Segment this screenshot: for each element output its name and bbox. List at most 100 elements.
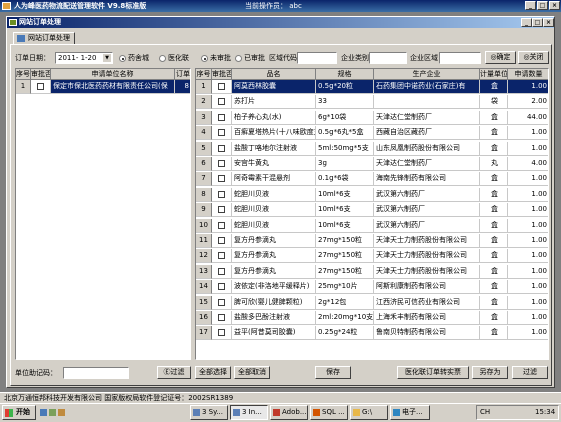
table-row[interactable]: 10 蛇胆川贝液 10ml*6支 武汉第六制药厂盒 1.00 [196, 218, 548, 233]
task-button-2[interactable]: 3 In... [230, 405, 268, 420]
approve-checkbox[interactable] [212, 234, 232, 248]
table-row[interactable]: 5 盐酸丁咯地尔注射液 5ml:50mg*5支 山东凤凰制药股份有限公司盒 1.00 [196, 141, 548, 156]
table-row[interactable]: 16 盐酸多巴酚注射液 2ml:20mg*10支 上海禾丰制药有限公司盒 1.00 [196, 311, 548, 325]
col-product-name[interactable]: 品名 [232, 69, 316, 80]
product-qty: 1.00 [508, 296, 548, 310]
minimize-icon[interactable]: _ [525, 1, 536, 10]
table-row[interactable]: 1 阿莫西林胶囊 0.5g*20粒 石药集团中诺药业(石家庄)有盒 1.00 [196, 80, 548, 94]
table-row[interactable]: 3 柏子养心丸(水) 6g*10袋 天津达仁堂制药厂盒 44.00 [196, 110, 548, 125]
task-button-3[interactable]: Adob... [270, 405, 308, 420]
col-no[interactable]: 序号 [16, 69, 31, 80]
radio-pharma[interactable] [119, 55, 126, 62]
approve-convert-button[interactable]: 医化联订单转实票 [397, 366, 469, 379]
applicant-grid[interactable]: 序号 审批否 申请单位名称 订单 1 保定市保北医药药材有限责任公司(保 8 [15, 68, 191, 360]
table-row[interactable]: 7 阿奇霉素干混悬剂 0.1g*6袋 海南先锋制药有限公司盒 1.00 [196, 172, 548, 187]
col-approved[interactable]: 审批否 [31, 69, 51, 80]
table-row[interactable]: 8 蛇胆川贝液 10ml*6支 武汉第六制药厂盒 1.00 [196, 187, 548, 202]
confirm-button[interactable]: ◎确定 [485, 51, 516, 64]
product-maker: 天津达仁堂制药厂 [374, 157, 480, 171]
table-row[interactable]: 6 安宫牛黄丸 3g 天津达仁堂制药厂丸 4.00 [196, 157, 548, 171]
col-no[interactable]: 序号 [196, 69, 212, 80]
radio-medplat[interactable] [159, 55, 166, 62]
child-close-icon[interactable]: × [543, 18, 554, 27]
table-row[interactable]: 12 复方丹参滴丸 27mg*150粒 天津天士力制药股份有限公司盒 1.00 [196, 249, 548, 264]
approve-checkbox[interactable] [212, 280, 232, 295]
approve-checkbox[interactable] [212, 95, 232, 110]
approve-checkbox[interactable] [212, 311, 232, 325]
unit-code-input[interactable] [63, 367, 129, 379]
row-number: 8 [196, 187, 212, 202]
table-row[interactable]: 2 苏打片 33 袋 2.00 [196, 95, 548, 110]
approve-checkbox[interactable] [212, 126, 232, 141]
filter-left-button[interactable]: Ⓔ过滤 [157, 366, 191, 379]
approve-checkbox[interactable] [212, 326, 232, 341]
approve-checkbox[interactable] [212, 203, 232, 218]
task-button-4[interactable]: SQL ... [310, 405, 348, 420]
approve-checkbox[interactable] [31, 80, 51, 94]
approve-checkbox[interactable] [212, 264, 232, 279]
table-row[interactable]: 1 保定市保北医药药材有限责任公司(保 8 [16, 80, 190, 94]
task-label: G:\ [362, 408, 373, 416]
radio-unreviewed[interactable] [201, 55, 208, 62]
cancel-all-button[interactable]: 全部取消 [234, 366, 270, 379]
table-row[interactable]: 4 百癣夏塔热片(十八味欧度丸+胶囊)0.5g*6丸*5盒西藏自治区藏药厂盒1.0… [196, 126, 548, 141]
table-row[interactable]: 9 蛇胆川贝液 10ml*6支 武汉第六制药厂盒 1.00 [196, 203, 548, 218]
table-row[interactable]: 13 复方丹参滴丸 27mg*150粒 天津天士力制药股份有限公司盒 1.00 [196, 264, 548, 279]
product-unit: 盒 [480, 80, 508, 94]
task-button-1[interactable]: 3 Sy... [190, 405, 228, 420]
chevron-down-icon[interactable]: ▼ [103, 54, 111, 62]
start-button[interactable]: 开始 [2, 405, 36, 420]
save-as-button[interactable]: 另存为 [472, 366, 508, 379]
approve-checkbox[interactable] [212, 218, 232, 233]
product-grid[interactable]: 序号 审批否 品名 规格 生产企业 计量单位 申请数量 1 阿莫西林胶囊 0.5g*… [195, 68, 549, 360]
region-code-input[interactable] [297, 52, 337, 64]
task-button-5[interactable]: G:\ [350, 405, 388, 420]
input-method-indicator[interactable]: CH [480, 407, 490, 418]
table-row[interactable]: 11 复方丹参滴丸 27mg*150粒 天津天士力制药股份有限公司盒 1.00 [196, 234, 548, 248]
company-region-input[interactable] [439, 52, 481, 64]
approve-checkbox[interactable] [212, 187, 232, 202]
company-type-input[interactable] [369, 52, 407, 64]
col-applicant-name[interactable]: 申请单位名称 [51, 69, 175, 80]
approve-checkbox[interactable] [212, 295, 232, 310]
close-icon[interactable]: × [549, 1, 560, 10]
col-qty[interactable]: 申请数量 [508, 69, 548, 80]
approve-checkbox[interactable] [212, 141, 232, 156]
approve-checkbox[interactable] [212, 157, 232, 171]
child-minimize-icon[interactable]: _ [521, 18, 532, 27]
table-row[interactable]: 15 脾可欣(婴儿健脾颗粒) 2g*12包 江西济民可信药业有限公司盒 1.00 [196, 295, 548, 310]
radio-reviewed[interactable] [235, 55, 242, 62]
radio-unreviewed-label: 未审批 [210, 54, 231, 62]
product-qty: 4.00 [508, 157, 548, 171]
col-order[interactable]: 订单 [175, 69, 190, 80]
table-row[interactable]: 14 波依定(非洛地平缓释片) 25mg*10片 阿斯利康制药有限公司盒 1.00 [196, 280, 548, 295]
task-button-6[interactable]: 电子... [390, 405, 430, 420]
select-all-button[interactable]: 全部选择 [195, 366, 231, 379]
product-unit: 丸 [480, 157, 508, 171]
windows-flag-icon [5, 409, 13, 417]
table-row[interactable]: 17 益平(阿昔莫司胶囊) 0.25g*24粒 鲁南贝特制药有限公司盒 1.00 [196, 326, 548, 341]
col-approved[interactable]: 审批否 [212, 69, 232, 80]
tab-order-processing[interactable]: 网站订单处理 [13, 32, 75, 44]
save-button[interactable]: 保存 [315, 366, 351, 379]
filter-right-button[interactable]: 过滤 [512, 366, 548, 379]
approve-checkbox[interactable] [212, 80, 232, 94]
quicklaunch-desktop-icon[interactable] [49, 409, 56, 416]
product-unit: 盒 [480, 203, 508, 218]
approve-checkbox[interactable] [212, 172, 232, 187]
product-qty: 44.00 [508, 111, 548, 125]
col-spec[interactable]: 规格 [316, 69, 374, 80]
quicklaunch-ie-icon[interactable] [40, 409, 47, 416]
date-picker[interactable]: 2011- 1-20 ▼ [55, 52, 113, 64]
close-button[interactable]: ◎关闭 [518, 51, 549, 64]
col-unit[interactable]: 计量单位 [480, 69, 508, 80]
product-qty: 2.00 [508, 95, 548, 110]
col-maker[interactable]: 生产企业 [374, 69, 480, 80]
quicklaunch-folder-icon[interactable] [58, 409, 65, 416]
product-name: 益平(阿昔莫司胶囊) [232, 326, 316, 341]
child-maximize-icon[interactable]: □ [532, 18, 543, 27]
approve-checkbox[interactable] [212, 249, 232, 264]
approve-checkbox[interactable] [212, 110, 232, 125]
maximize-icon[interactable]: □ [537, 1, 548, 10]
row-number: 17 [196, 326, 212, 341]
